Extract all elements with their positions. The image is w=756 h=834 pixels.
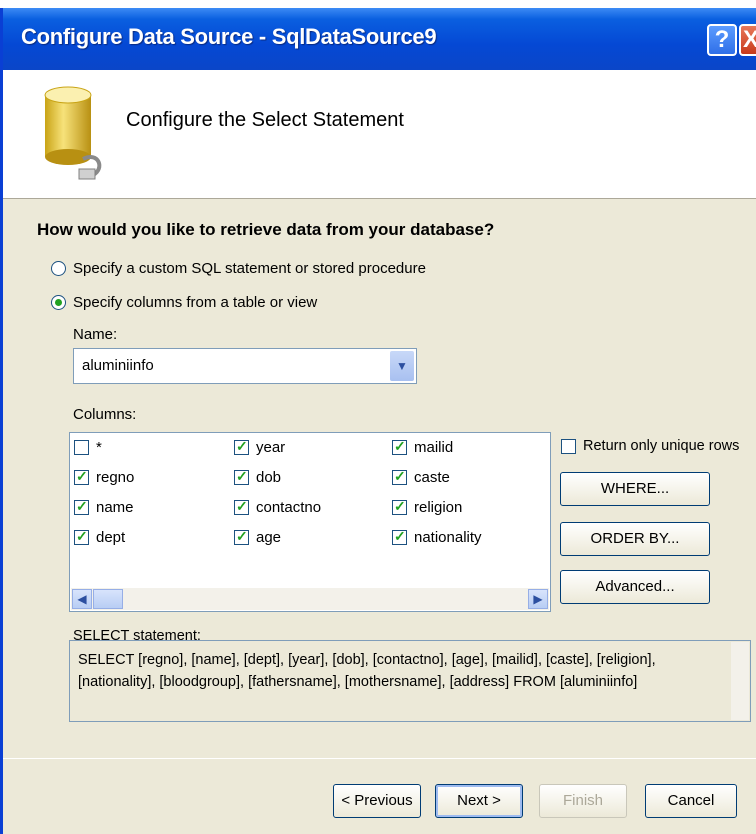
scroll-right-icon[interactable]: ▶	[528, 589, 548, 609]
column-item[interactable]: dept	[74, 528, 126, 546]
column-label: caste	[414, 469, 450, 486]
select-statement-box[interactable]: SELECT [regno], [name], [dept], [year], …	[69, 640, 751, 722]
chevron-down-icon[interactable]: ▼	[390, 351, 414, 381]
column-item[interactable]: caste	[392, 468, 450, 486]
column-checkbox[interactable]	[392, 438, 407, 455]
column-label: dept	[96, 529, 126, 546]
name-label: Name:	[73, 326, 118, 343]
unique-rows-option[interactable]: Return only unique rows	[561, 438, 739, 454]
column-item[interactable]: dob	[234, 468, 282, 486]
column-label: name	[96, 499, 134, 516]
columns-option[interactable]: Specify columns from a table or view	[51, 294, 317, 311]
wizard-header: Configure the Select Statement	[3, 70, 756, 199]
columns-option-label: Specify columns from a table or view	[73, 294, 318, 311]
where-button[interactable]: WHERE...	[560, 472, 710, 506]
column-label: nationality	[414, 529, 482, 546]
column-label: contactno	[256, 499, 322, 516]
finish-button: Finish	[539, 784, 627, 818]
column-checkbox[interactable]	[74, 498, 89, 515]
column-label: regno	[96, 469, 135, 486]
column-item[interactable]: religion	[392, 498, 463, 516]
column-checkbox[interactable]	[234, 498, 249, 515]
scroll-left-icon[interactable]: ◀	[72, 589, 92, 609]
column-checkbox[interactable]	[392, 528, 407, 545]
select-statement-line-2: [nationality], [bloodgroup], [fathersnam…	[78, 674, 638, 690]
table-name-value: aluminiinfo	[82, 357, 154, 374]
help-button[interactable]: ?	[707, 24, 737, 56]
column-checkbox[interactable]	[234, 468, 249, 485]
select-statement-line-1: SELECT [regno], [name], [dept], [year], …	[78, 652, 656, 668]
table-name-dropdown[interactable]: aluminiinfo ▼	[73, 348, 417, 384]
column-label: year	[256, 439, 286, 456]
order-by-button[interactable]: ORDER BY...	[560, 522, 710, 556]
column-checkbox[interactable]	[74, 440, 89, 455]
column-checkbox[interactable]	[392, 498, 407, 515]
column-item[interactable]: year	[234, 438, 286, 456]
column-item[interactable]: contactno	[234, 498, 322, 516]
column-checkbox[interactable]	[234, 528, 249, 545]
configure-data-source-window: Configure Data Source - SqlDataSource9 ?…	[0, 8, 756, 834]
custom-sql-radio[interactable]	[51, 261, 66, 276]
column-checkbox[interactable]	[234, 438, 249, 455]
window-title: Configure Data Source - SqlDataSource9	[21, 24, 437, 49]
unique-rows-label: Return only unique rows	[583, 438, 740, 454]
next-button[interactable]: Next >	[435, 784, 523, 818]
columns-list[interactable]: * regno name dept year dob contactno age…	[69, 432, 551, 612]
database-icon	[44, 86, 102, 180]
select-statement-text: SELECT [regno], [name], [dept], [year], …	[78, 649, 708, 693]
previous-button[interactable]: < Previous	[333, 784, 421, 818]
custom-sql-option[interactable]: Specify a custom SQL statement or stored…	[51, 260, 426, 277]
column-checkbox[interactable]	[392, 468, 407, 485]
columns-label: Columns:	[73, 406, 137, 423]
column-item[interactable]: mailid	[392, 438, 454, 456]
page-title: Configure the Select Statement	[126, 109, 404, 131]
column-item[interactable]: nationality	[392, 528, 482, 546]
column-checkbox[interactable]	[74, 528, 89, 545]
column-label: *	[96, 439, 102, 456]
column-item[interactable]: *	[74, 439, 102, 456]
columns-radio[interactable]	[51, 295, 66, 310]
cancel-button[interactable]: Cancel	[645, 784, 737, 818]
advanced-button[interactable]: Advanced...	[560, 570, 710, 604]
unique-rows-checkbox[interactable]	[561, 438, 576, 454]
column-item[interactable]: name	[74, 498, 134, 516]
column-label: religion	[414, 499, 463, 516]
footer-divider	[3, 758, 756, 759]
retrieve-question: How would you like to retrieve data from…	[37, 220, 495, 239]
vertical-scrollbar[interactable]	[731, 642, 749, 720]
horizontal-scrollbar[interactable]: ◀ ▶	[71, 588, 549, 610]
column-item[interactable]: regno	[74, 468, 135, 486]
column-label: mailid	[414, 439, 454, 456]
column-checkbox[interactable]	[74, 468, 89, 485]
custom-sql-label: Specify a custom SQL statement or stored…	[73, 260, 426, 277]
column-item[interactable]: age	[234, 528, 282, 546]
column-label: age	[256, 529, 282, 546]
close-button[interactable]: X	[739, 24, 756, 56]
column-label: dob	[256, 469, 282, 486]
title-bar[interactable]: Configure Data Source - SqlDataSource9 ?…	[3, 8, 756, 70]
scroll-thumb[interactable]	[93, 589, 123, 609]
